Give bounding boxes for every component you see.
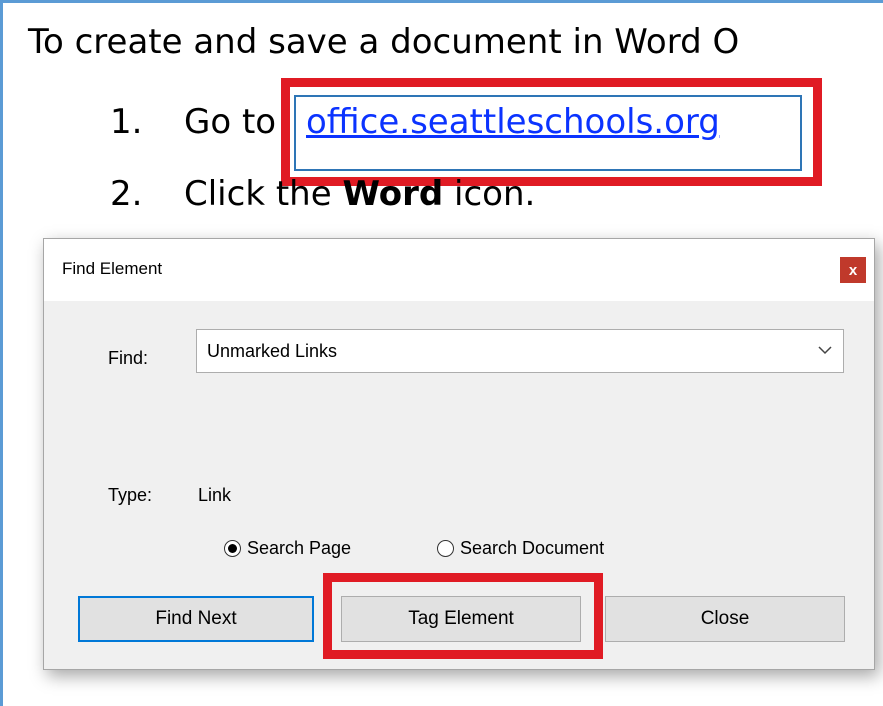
step-1-text: Go to [184, 102, 277, 142]
step-1: 1. Go to [110, 102, 276, 142]
step-1-number: 1. [110, 102, 143, 142]
step-2-number: 2. [110, 174, 143, 214]
frame-top-border [0, 0, 883, 3]
radio-search-page-label: Search Page [247, 538, 352, 558]
radio-search-document[interactable]: Search Document [437, 538, 604, 559]
close-icon[interactable]: x [840, 257, 866, 283]
frame-left-border [0, 0, 3, 706]
tag-element-highlight-box [323, 573, 603, 659]
dialog-title: Find Element [62, 259, 163, 278]
document-heading: To create and save a document in Word O [28, 22, 740, 62]
dialog-titlebar[interactable]: Find Element x [44, 239, 874, 301]
radio-search-page[interactable]: Search Page [224, 538, 351, 559]
type-value: Link [198, 485, 232, 505]
chevron-down-icon[interactable] [817, 342, 833, 358]
step-2-bold: Word [342, 174, 444, 214]
radio-search-document-label: Search Document [460, 538, 605, 558]
close-button[interactable]: Close [605, 596, 845, 642]
step-2: 2. Click the Word icon. [110, 174, 535, 214]
link-highlight-box [281, 78, 822, 186]
step-2-suffix: icon. [454, 174, 536, 214]
radio-search-document-indicator[interactable] [437, 540, 454, 557]
step-2-prefix: Click the [184, 174, 332, 214]
find-select-value: Unmarked Links [207, 341, 338, 361]
radio-search-page-indicator[interactable] [224, 540, 241, 557]
find-next-button[interactable]: Find Next [78, 596, 314, 642]
type-label: Type: [108, 485, 153, 505]
find-label: Find: [108, 348, 149, 368]
find-select[interactable]: Unmarked Links [196, 329, 844, 373]
